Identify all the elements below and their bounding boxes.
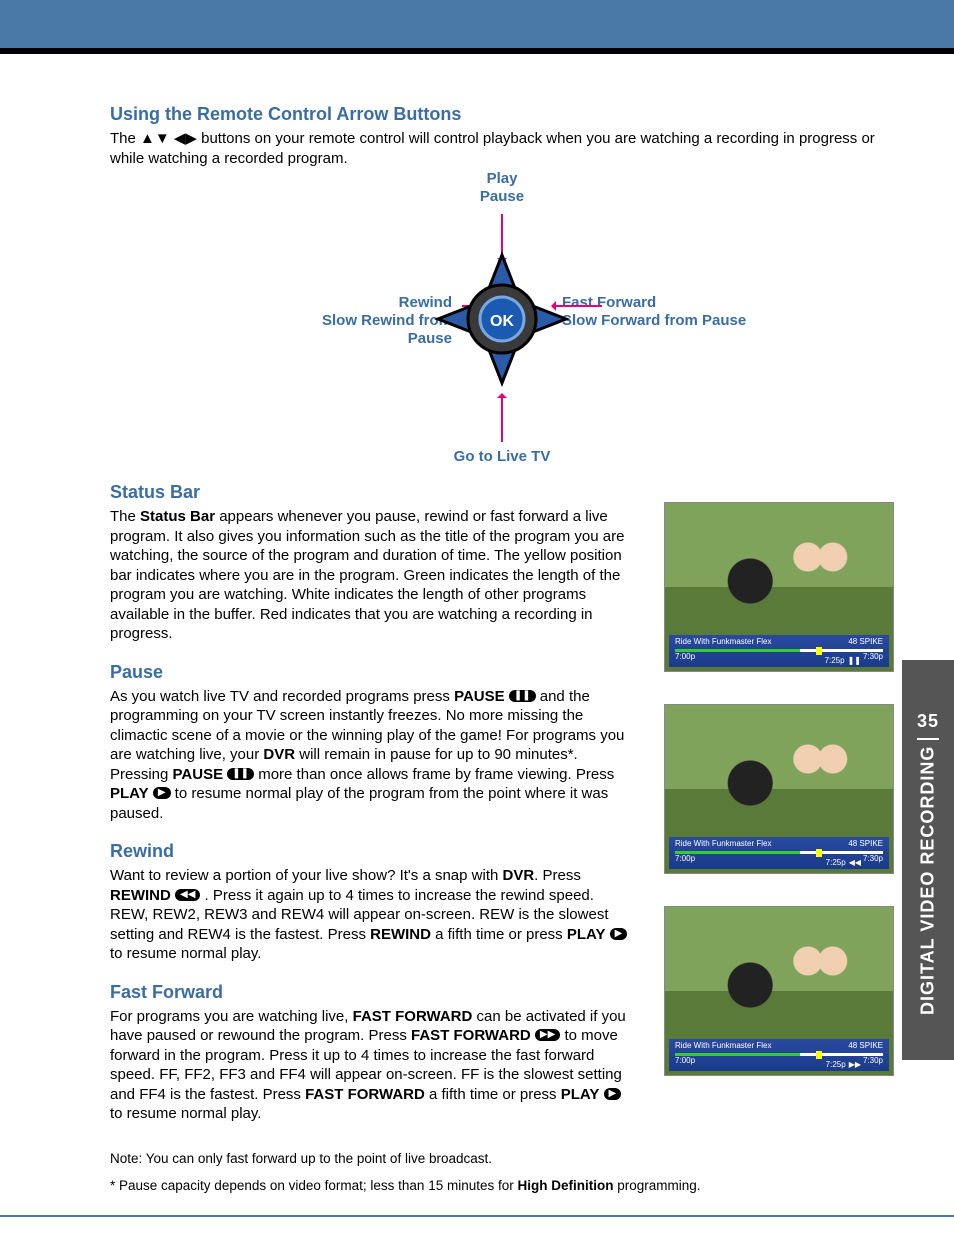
note-pause-capacity: * Pause capacity depends on video format… bbox=[110, 1177, 894, 1195]
pause-icon: ❚❚ bbox=[227, 768, 254, 780]
heading-fast-forward: Fast Forward bbox=[110, 982, 634, 1003]
tv-screenshot-rewind: Ride With Funkmaster Flex 48 SPIKE 7:00p… bbox=[664, 704, 894, 874]
rewind-indicator-icon: ◀◀ bbox=[849, 858, 861, 867]
bottom-rule bbox=[0, 1215, 954, 1217]
rewind-paragraph: Want to review a portion of your live sh… bbox=[110, 866, 634, 964]
note2-bold: High Definition bbox=[518, 1178, 614, 1193]
diagram-label-right: Fast Forward Slow Forward from Pause bbox=[562, 294, 746, 330]
remote-ok-button-icon: OK bbox=[432, 249, 572, 389]
sb-end-time: 7:30p bbox=[863, 652, 883, 661]
remote-diagram: Play Pause Rewind Slow Rewind from Pause… bbox=[122, 174, 882, 464]
status-bar-paragraph: The Status Bar appears whenever you paus… bbox=[110, 507, 634, 644]
top-banner bbox=[0, 0, 954, 54]
arrow-glyphs-icon: ▲▼ ◀▶ bbox=[140, 130, 197, 147]
intro-paragraph: The ▲▼ ◀▶ buttons on your remote control… bbox=[110, 129, 894, 168]
label-pause: Pause bbox=[480, 188, 524, 205]
play-icon: ▶ bbox=[604, 1088, 622, 1100]
sb-channel: 48 SPIKE bbox=[848, 1041, 883, 1050]
diagram-label-bottom: Go to Live TV bbox=[454, 448, 551, 466]
sb-pos: 7:25p bbox=[826, 1060, 846, 1069]
section-arrow-buttons: Using the Remote Control Arrow Buttons T… bbox=[110, 104, 894, 464]
tv-screenshot-pause: Ride With Funkmaster Flex 48 SPIKE 7:00p… bbox=[664, 502, 894, 672]
label-ff: Fast Forward bbox=[562, 294, 656, 311]
pause-paragraph: As you watch live TV and recorded progra… bbox=[110, 687, 634, 824]
arrow-up-icon bbox=[501, 394, 503, 442]
note-ff-limit: Note: You can only fast forward up to th… bbox=[110, 1150, 894, 1168]
svg-text:OK: OK bbox=[490, 313, 514, 330]
intro-text-a: The bbox=[110, 130, 140, 147]
section-pause: Pause As you watch live TV and recorded … bbox=[110, 662, 634, 824]
heading-status-bar: Status Bar bbox=[110, 482, 634, 503]
section-fast-forward: Fast Forward For programs you are watchi… bbox=[110, 982, 634, 1124]
sb-text-b: appears whenever you pause, rewind or fa… bbox=[110, 508, 624, 642]
play-icon: ▶ bbox=[153, 787, 171, 799]
sb-channel: 48 SPIKE bbox=[848, 637, 883, 646]
sb-end-time: 7:30p bbox=[863, 854, 883, 863]
label-slow-forward: Slow Forward from Pause bbox=[562, 312, 746, 329]
sb-program-title: Ride With Funkmaster Flex bbox=[675, 637, 771, 646]
heading-arrow-buttons: Using the Remote Control Arrow Buttons bbox=[110, 104, 894, 125]
heading-rewind: Rewind bbox=[110, 841, 634, 862]
sb-channel: 48 SPIKE bbox=[848, 839, 883, 848]
play-icon: ▶ bbox=[610, 928, 628, 940]
sb-text-bold: Status Bar bbox=[140, 508, 215, 525]
sb-end-time: 7:30p bbox=[863, 1056, 883, 1065]
rewind-icon: ◀◀ bbox=[175, 889, 200, 901]
sb-pos: 7:25p bbox=[825, 656, 845, 665]
section-status-bar: Status Bar The Status Bar appears whenev… bbox=[110, 482, 634, 644]
section-rewind: Rewind Want to review a portion of your … bbox=[110, 841, 634, 964]
label-play: Play bbox=[487, 170, 518, 187]
sb-program-title: Ride With Funkmaster Flex bbox=[675, 1041, 771, 1050]
intro-text-b: buttons on your remote control will cont… bbox=[110, 130, 875, 167]
sb-text-a: The bbox=[110, 508, 140, 525]
screenshot-column: Ride With Funkmaster Flex 48 SPIKE 7:00p… bbox=[664, 482, 894, 1142]
note2-a: * Pause capacity depends on video format… bbox=[110, 1178, 518, 1193]
sb-start-time: 7:00p bbox=[675, 1056, 695, 1065]
sb-pos: 7:25p bbox=[826, 858, 846, 867]
fast-forward-icon: ▶▶ bbox=[535, 1029, 560, 1041]
heading-pause: Pause bbox=[110, 662, 634, 683]
tv-status-bar: Ride With Funkmaster Flex 48 SPIKE 7:00p… bbox=[669, 635, 889, 667]
sb-start-time: 7:00p bbox=[675, 652, 695, 661]
sb-program-title: Ride With Funkmaster Flex bbox=[675, 839, 771, 848]
note2-b: programming. bbox=[613, 1178, 700, 1193]
tv-status-bar: Ride With Funkmaster Flex 48 SPIKE 7:00p… bbox=[669, 837, 889, 869]
pause-indicator-icon: ❚❚ bbox=[848, 656, 861, 665]
ff-indicator-icon: ▶▶ bbox=[849, 1060, 861, 1069]
diagram-label-top: Play Pause bbox=[480, 170, 524, 206]
pause-icon: ❚❚ bbox=[509, 690, 536, 702]
tv-status-bar: Ride With Funkmaster Flex 48 SPIKE 7:00p… bbox=[669, 1039, 889, 1071]
sb-start-time: 7:00p bbox=[675, 854, 695, 863]
tv-screenshot-ff: Ride With Funkmaster Flex 48 SPIKE 7:00p… bbox=[664, 906, 894, 1076]
ff-paragraph: For programs you are watching live, FAST… bbox=[110, 1007, 634, 1124]
